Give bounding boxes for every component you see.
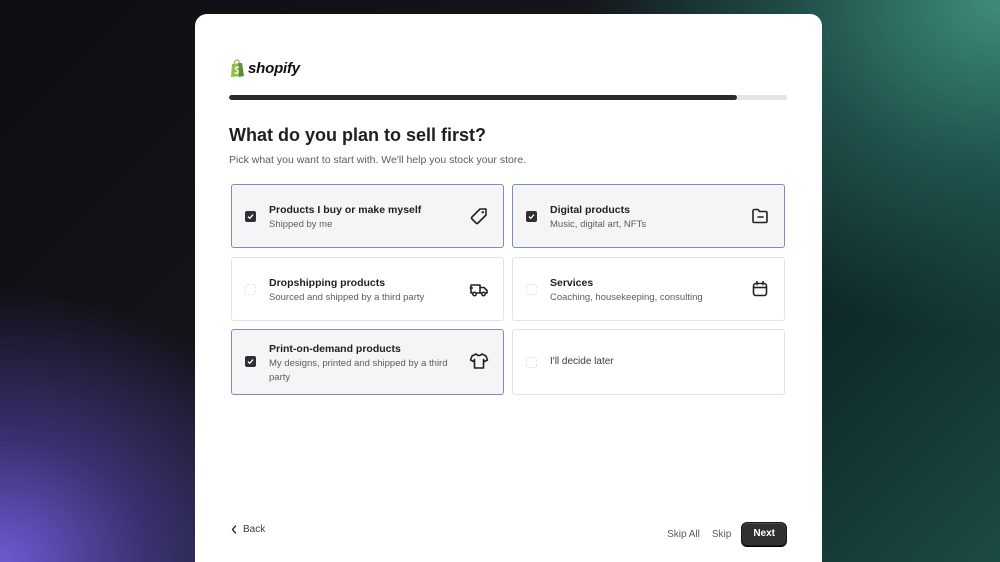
back-button[interactable]: Back — [231, 524, 265, 535]
option-title: Services — [550, 277, 594, 289]
option-physical-products[interactable]: Products I buy or make myself Shipped by… — [231, 184, 504, 248]
skip-button[interactable]: Skip — [712, 529, 731, 540]
progress-fill — [229, 95, 737, 100]
truck-icon — [469, 284, 488, 297]
option-description: My designs, printed and shipped by a thi… — [269, 358, 448, 383]
option-description: Coaching, housekeeping, consulting — [550, 292, 703, 303]
page-title: What do you plan to sell first? — [229, 125, 487, 145]
option-description: Music, digital art, NFTs — [550, 219, 647, 230]
option-title: Dropshipping products — [269, 277, 386, 289]
folder-icon — [752, 208, 768, 224]
checkbox[interactable] — [245, 284, 256, 295]
tag-icon — [470, 208, 487, 225]
option-decide-later[interactable]: I'll decide later — [512, 329, 785, 395]
footer-actions: Skip All Skip Next — [667, 522, 787, 546]
calendar-icon — [752, 280, 768, 297]
chevron-left-icon — [231, 525, 237, 534]
option-title: Products I buy or make myself — [269, 204, 422, 216]
tshirt-icon — [469, 353, 489, 369]
option-title: Digital products — [550, 204, 630, 216]
option-dropshipping-products[interactable]: Dropshipping products Sourced and shippe… — [231, 257, 504, 321]
option-title: Print-on-demand products — [269, 343, 401, 355]
progress-bar — [229, 95, 787, 100]
option-title: I'll decide later — [550, 356, 614, 367]
checkbox[interactable] — [526, 357, 537, 368]
option-description: Shipped by me — [269, 219, 333, 230]
page-subtitle: Pick what you want to start with. We'll … — [229, 154, 527, 166]
option-services[interactable]: Services Coaching, housekeeping, consult… — [512, 257, 785, 321]
option-digital-products[interactable]: Digital products Music, digital art, NFT… — [512, 184, 785, 248]
shopify-logo: shopify — [229, 59, 300, 78]
skip-all-button[interactable]: Skip All — [667, 529, 700, 540]
option-print-on-demand[interactable]: Print-on-demand products My designs, pri… — [231, 329, 504, 395]
next-button[interactable]: Next — [741, 522, 787, 546]
shopify-bag-icon — [231, 59, 244, 77]
back-label: Back — [243, 524, 266, 535]
checkbox[interactable] — [245, 356, 256, 367]
checkbox[interactable] — [526, 211, 537, 222]
checkbox[interactable] — [245, 211, 256, 222]
checkbox[interactable] — [526, 284, 537, 295]
option-description: Sourced and shipped by a third party — [269, 292, 425, 303]
onboarding-card: shopify What do you plan to sell first? … — [195, 14, 822, 562]
brand-name: shopify — [248, 60, 300, 77]
